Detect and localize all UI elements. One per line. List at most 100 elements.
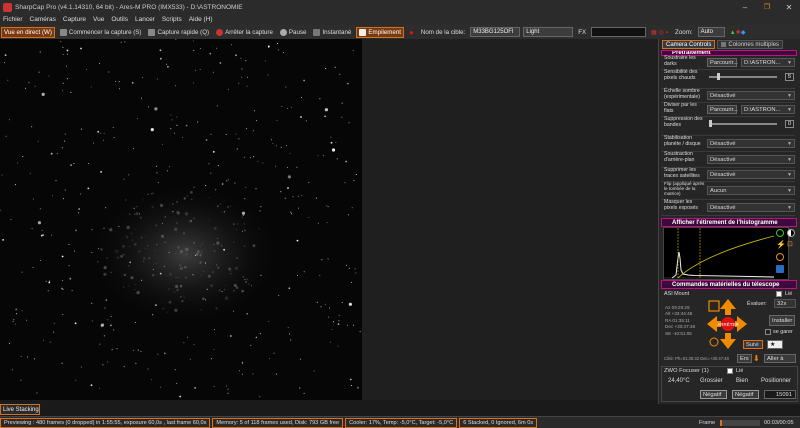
star [69,277,72,280]
darks-value: D:\ASTRON... [744,59,781,66]
auto-stretch-icon[interactable] [776,229,784,237]
star [235,133,237,135]
record-icon[interactable]: ● [407,27,416,38]
galaxy-clump [152,274,155,277]
arrow-down-small-icon[interactable]: ⬇ [753,354,760,363]
reset-icon[interactable] [776,253,784,261]
background-select[interactable]: Désactivé ▼ [707,155,795,164]
minimize-icon[interactable]: – [734,0,756,14]
galaxy-clump [213,249,216,253]
lock-icon[interactable]: ⊡ [787,241,795,249]
galaxy-clump [164,215,167,218]
target-icon[interactable] [709,337,719,347]
satellite-select[interactable]: Désactivé ▼ [707,170,795,179]
color-tools-icon[interactable]: ▲ ✺ ◆ [728,27,748,38]
flats-select[interactable]: D:\ASTRON... ▼ [741,105,795,114]
mask-value: Désactivé [710,204,736,211]
lightning-icon[interactable]: ⚡ [776,241,786,249]
panel-tabs: Camera Controls Colonnes multiples [662,40,785,49]
star [90,86,92,88]
menu-file[interactable]: Fichier [3,16,23,23]
star [93,142,95,144]
star [189,358,191,360]
start-capture-button[interactable]: Commencer la capture (S) [58,27,144,38]
grid-icons[interactable]: ▦ ◎ ▪ [649,27,670,38]
star [50,152,53,155]
arrow-up-icon[interactable] [720,299,736,315]
focuser-connected-checkbox[interactable] [727,368,733,374]
star [113,329,115,331]
arrow-down-icon[interactable] [720,333,736,349]
star [120,41,122,43]
section-telescope-header[interactable]: Commandes matérielles du télescope [661,280,797,289]
slider-knob[interactable] [717,73,720,80]
tab-multi-columns[interactable]: Colonnes multiples [717,40,784,49]
zoom-select[interactable]: Auto [697,27,725,37]
star [317,222,319,224]
filter-select[interactable]: Light [523,27,574,37]
live-view-button[interactable]: Vue en direct (W) [1,26,55,38]
goto-button[interactable]: Aller à [764,354,796,363]
menu-view[interactable]: Vue [93,16,104,23]
flip-select[interactable]: Aucun ▼ [707,186,795,195]
mask-select[interactable]: Désactivé ▼ [707,203,795,212]
stabilization-select[interactable]: Désactivé ▼ [707,139,795,148]
stop-capture-button[interactable]: Arrêter la capture [214,27,275,38]
slider-knob[interactable] [709,120,712,127]
galaxy-clump [192,217,196,220]
star-icon[interactable]: ★ [767,340,783,349]
fx-input[interactable] [591,27,647,37]
star [113,137,115,138]
star [170,128,172,130]
menu-launch[interactable]: Lancer [135,16,155,23]
contrast-icon[interactable] [787,229,795,237]
darks-select[interactable]: D:\ASTRON... ▼ [741,58,795,67]
star [133,148,134,150]
fine-negative-button[interactable]: Négatif [732,390,759,399]
star [152,314,154,316]
maximize-icon[interactable]: ❐ [756,0,778,14]
stacking-button[interactable]: Empilement [356,26,405,38]
position-input[interactable]: 15091 [764,390,796,399]
tab-camera-controls[interactable]: Camera Controls [662,40,716,49]
histogram-plot[interactable] [663,227,789,280]
mount-connected-checkbox[interactable] [776,291,782,297]
star [141,279,143,281]
section-histogram-header[interactable]: Afficher l'étirement de l'histogramme [661,218,797,227]
banding-value[interactable]: 0 [785,120,794,128]
banding-slider[interactable] [709,123,777,125]
multi-columns-checkbox[interactable] [721,42,727,47]
coord-key: Az [665,305,671,310]
browse-flats-button[interactable]: Parcourir... [707,105,738,114]
slew-rate-select[interactable]: 32x [774,299,796,308]
stop-label: Ers [740,355,749,362]
star [277,43,278,45]
hot-pixel-value[interactable]: 5 [785,73,794,81]
chevron-down-icon: ▼ [787,172,792,178]
star [192,40,194,42]
star [303,392,305,394]
quick-capture-button[interactable]: Capture rapide (Q) [146,27,211,38]
snapshot-button[interactable]: Instantané [311,27,353,38]
pause-button[interactable]: Pause [278,27,309,38]
browse-darks-button[interactable]: Parcourir... [707,58,738,67]
target-select[interactable]: M33BG125OFI [470,27,521,37]
dark-scaling-select[interactable]: Désactivé ▼ [707,91,795,100]
star [1,174,3,176]
close-icon[interactable]: ✕ [778,0,800,14]
menu-help[interactable]: Aide (H) [189,16,213,23]
park-checkbox[interactable] [765,329,771,335]
star [161,222,163,224]
install-button[interactable]: Installer [769,315,795,326]
coarse-negative-button[interactable]: Négatif [700,390,727,399]
image-viewer[interactable] [0,39,362,400]
tab-live-stacking[interactable]: Live Stacking [0,404,40,415]
save-icon[interactable] [776,265,784,273]
menu-scripts[interactable]: Scripts [162,16,182,23]
menu-tools[interactable]: Outils [111,16,128,23]
park-icon[interactable] [708,300,720,312]
star [55,180,57,182]
stop-button[interactable]: Ers [737,354,752,363]
menu-capture[interactable]: Capture [63,16,86,23]
menu-cameras[interactable]: Caméras [30,16,56,23]
